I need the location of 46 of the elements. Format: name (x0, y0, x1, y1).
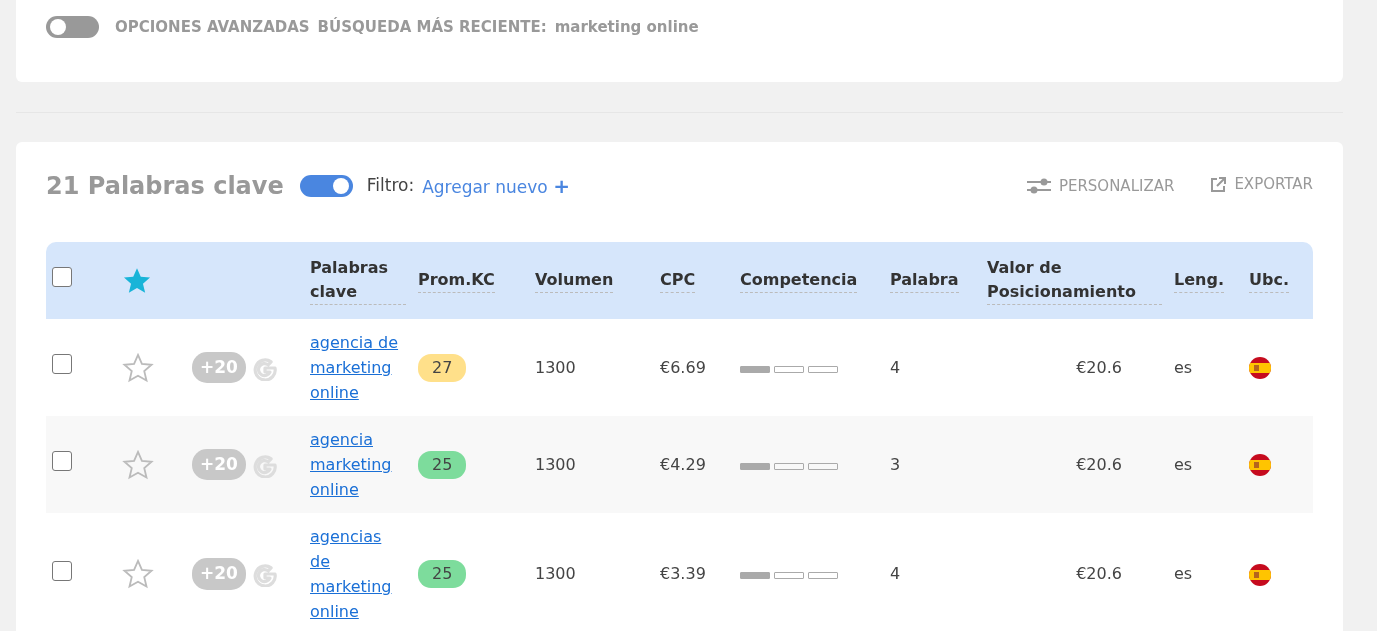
word-count-value: 4 (890, 564, 901, 583)
language-value: es (1174, 357, 1193, 377)
toggle-switch[interactable] (46, 16, 99, 38)
column-header[interactable]: CPC (660, 268, 696, 293)
difficulty-badge: 25 (418, 560, 467, 588)
select-all-checkbox[interactable] (52, 267, 72, 287)
row-checkbox[interactable] (52, 560, 72, 581)
difficulty-badge: 25 (418, 450, 467, 479)
ranking-value: €20.6 (1076, 454, 1122, 474)
cpc-value: €6.69 (660, 357, 706, 377)
recent-search-label: BÚSQUEDA MÁS RECIENTE: (317, 16, 547, 38)
customize-button[interactable]: PERSONALIZAR (1026, 174, 1175, 198)
cpc-value: €4.29 (660, 454, 706, 474)
keyword-link[interactable]: agencia de marketing online (310, 330, 406, 405)
spain-flag-icon (1249, 454, 1271, 476)
star-icon[interactable] (122, 352, 154, 383)
spain-flag-icon (1249, 357, 1271, 379)
word-count-value: 4 (890, 357, 901, 377)
volume-value: 1300 (535, 564, 576, 583)
ranking-value: €20.6 (1076, 564, 1122, 583)
cpc-value: €3.39 (660, 564, 706, 583)
word-count-value: 3 (890, 454, 901, 474)
volume-value: 1300 (535, 454, 576, 474)
spain-flag-icon (1249, 563, 1271, 586)
language-value: es (1174, 454, 1193, 474)
sliders-icon (1026, 178, 1051, 194)
difficulty-badge: 27 (418, 353, 467, 382)
google-icon[interactable] (252, 561, 278, 587)
filter-label: Filtro: (366, 174, 415, 198)
keyword-link[interactable]: agencias de marketing online (310, 524, 406, 624)
row-checkbox[interactable] (52, 451, 72, 471)
volume-value: 1300 (535, 357, 576, 377)
export-icon (1210, 176, 1227, 193)
star-icon[interactable] (122, 559, 154, 589)
keyword-count-title: 21 Palabras clave (46, 171, 284, 202)
row-checkbox[interactable] (52, 354, 72, 374)
toggle-switch[interactable] (299, 175, 353, 197)
column-header[interactable]: Ubc. (1249, 268, 1289, 293)
advanced-options-label: OPCIONES AVANZADAS (115, 17, 310, 38)
star-icon[interactable] (122, 266, 152, 295)
language-value: es (1174, 564, 1193, 583)
recent-search-value[interactable]: marketing online (554, 16, 699, 39)
export-button[interactable]: EXPORTAR (1210, 173, 1313, 196)
add-filter-link[interactable]: Agregar nuevo + (422, 171, 570, 201)
ranking-value: €20.6 (1076, 357, 1122, 377)
star-icon[interactable] (122, 449, 154, 480)
